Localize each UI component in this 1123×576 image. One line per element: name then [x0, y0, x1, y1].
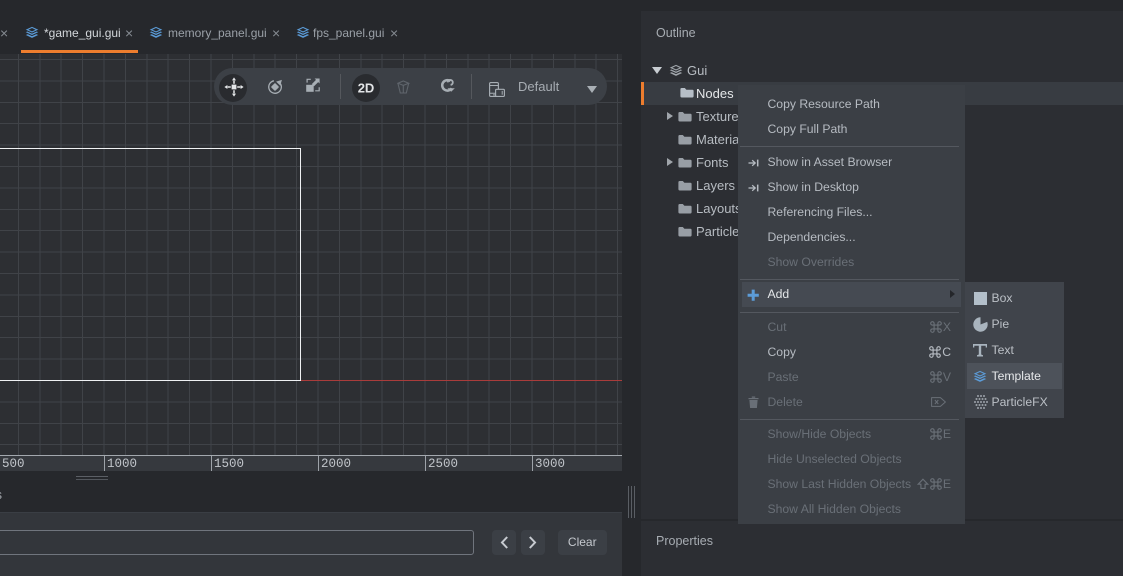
svg-text:2D: 2D — [357, 80, 374, 95]
